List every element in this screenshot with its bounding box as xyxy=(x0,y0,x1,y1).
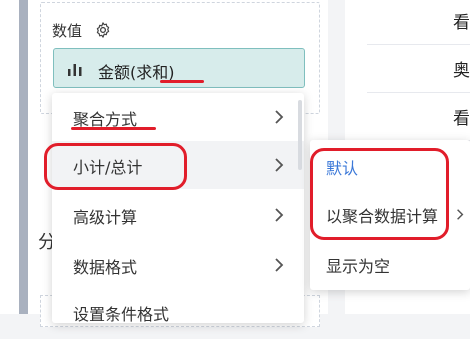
submenu-item-calc-by-aggregate[interactable]: 以聚合数据计算 xyxy=(310,190,470,238)
menu-item-subtotal-total[interactable]: 小计/总计 xyxy=(52,141,304,189)
submenu-item-show-empty[interactable]: 显示为空 xyxy=(310,240,470,288)
submenu-item-label: 显示为空 xyxy=(326,257,391,276)
field-context-menu: 聚合方式 小计/总计 高级计算 数据格式 设置条件格式 xyxy=(52,93,304,324)
submenu-item-default[interactable]: 默认 xyxy=(310,142,470,190)
submenu-item-label: 以聚合数据计算 xyxy=(326,207,439,226)
menu-item-label: 小计/总计 xyxy=(73,158,143,177)
menu-item-advanced-calc[interactable]: 高级计算 xyxy=(52,191,304,239)
menu-scrollbar[interactable] xyxy=(298,100,302,170)
gear-icon[interactable] xyxy=(94,21,112,39)
table-cell: 奥 xyxy=(453,61,470,81)
menu-item-label: 聚合方式 xyxy=(73,110,138,129)
menu-item-conditional-format[interactable]: 设置条件格式 xyxy=(52,291,304,339)
amount-field-label: 金额(求和) xyxy=(98,63,175,82)
row-divider xyxy=(367,44,470,45)
menu-item-data-format[interactable]: 数据格式 xyxy=(52,241,304,289)
menu-item-aggregation[interactable]: 聚合方式 xyxy=(52,93,304,141)
subtotal-submenu: 默认 以聚合数据计算 显示为空 xyxy=(310,140,470,290)
bar-chart-icon xyxy=(68,64,82,76)
left-rail xyxy=(0,0,19,314)
menu-item-label: 数据格式 xyxy=(73,258,138,277)
menu-item-label: 高级计算 xyxy=(73,208,138,227)
values-section-title: 数值 xyxy=(52,22,83,40)
chevron-right-icon xyxy=(275,158,284,172)
table-cell: 看 xyxy=(453,109,470,129)
menu-item-label: 设置条件格式 xyxy=(73,305,170,324)
submenu-item-label: 默认 xyxy=(326,159,359,178)
table-cell: 看 xyxy=(453,13,470,33)
chevron-right-icon xyxy=(275,110,284,124)
chevron-right-icon xyxy=(457,209,464,220)
chevron-right-icon xyxy=(275,208,284,222)
chevron-right-icon xyxy=(275,258,284,272)
amount-field-pill[interactable]: 金额(求和) xyxy=(53,48,305,88)
left-rail-scrollbar[interactable] xyxy=(19,0,28,314)
row-divider xyxy=(367,92,470,93)
